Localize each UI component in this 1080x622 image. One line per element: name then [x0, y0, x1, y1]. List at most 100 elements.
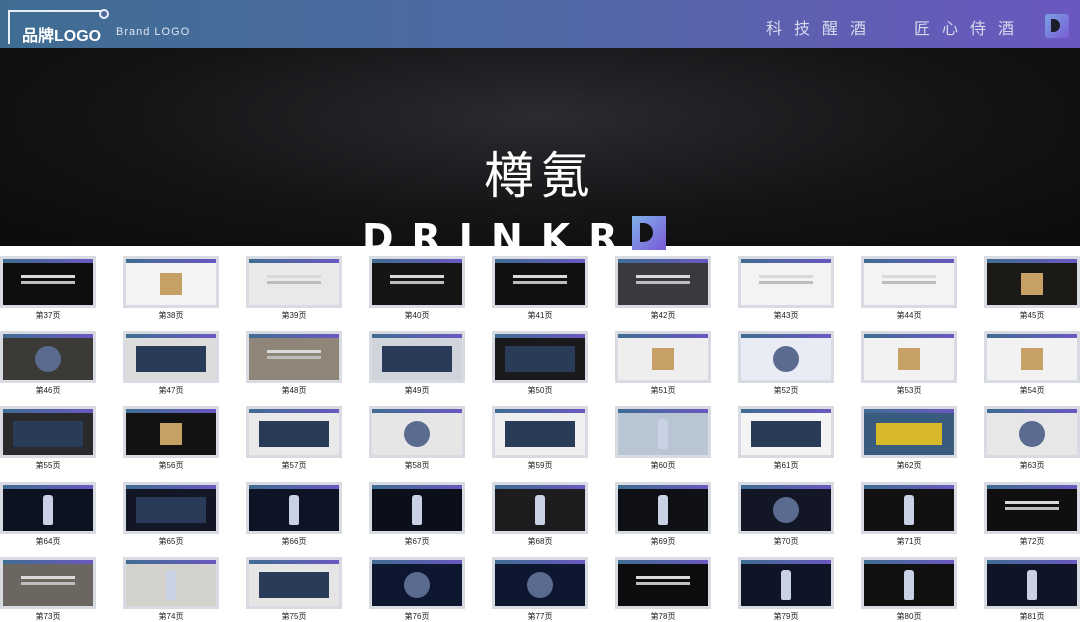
page-thumbnail[interactable]: 第79页 [741, 560, 855, 622]
thumbnail-header-strip [495, 409, 585, 413]
page-thumbnail[interactable]: 第72页 [987, 485, 1080, 547]
page-number-label: 第37页 [35, 311, 61, 320]
page-thumbnail[interactable]: 第75页 [249, 560, 363, 622]
page-thumbnail[interactable]: 第73页 [3, 560, 117, 622]
thumbnail-panel-graphic [259, 421, 329, 447]
page-thumbnail[interactable]: 第63页 [987, 409, 1080, 471]
thumbnail-header-strip [249, 485, 339, 489]
thumbnail-preview [618, 334, 708, 380]
thumbnail-panel-graphic [382, 346, 452, 372]
thumbnail-preview [126, 409, 216, 455]
page-number-label: 第67页 [404, 537, 430, 546]
page-thumbnail[interactable]: 第39页 [249, 259, 363, 321]
thumbnail-disc-graphic [527, 572, 553, 598]
thumbnail-header-strip [3, 485, 93, 489]
page-thumbnail[interactable]: 第51页 [618, 334, 732, 396]
page-thumbnail[interactable]: 第68页 [495, 485, 609, 547]
hero-banner: 樽氪 DRINKR [0, 48, 1080, 260]
page-thumbnail[interactable]: 第59页 [495, 409, 609, 471]
thumbnail-panel-graphic [136, 497, 206, 523]
thumbnail-preview [495, 560, 585, 606]
thumbnail-preview [864, 485, 954, 531]
page-thumbnail[interactable]: 第61页 [741, 409, 855, 471]
page-thumbnail[interactable]: 第69页 [618, 485, 732, 547]
thumbnail-header-strip [126, 409, 216, 413]
thumbnail-header-strip [3, 409, 93, 413]
thumbnail-preview [372, 560, 462, 606]
thumbnail-text-graphic [636, 576, 690, 579]
thumbnail-header-strip [372, 334, 462, 338]
page-thumbnail[interactable]: 第45页 [987, 259, 1080, 321]
thumbnail-preview [618, 259, 708, 305]
thumbnail-header-strip [249, 560, 339, 564]
page-thumbnail[interactable]: 第47页 [126, 334, 240, 396]
page-thumbnail[interactable]: 第52页 [741, 334, 855, 396]
page-thumbnail[interactable]: 第41页 [495, 259, 609, 321]
page-number-label: 第40页 [404, 311, 430, 320]
page-number-label: 第59页 [527, 461, 553, 470]
thumbnail-header-strip [987, 485, 1077, 489]
page-number-label: 第51页 [650, 386, 676, 395]
thumbnail-text-graphic [513, 275, 567, 278]
page-thumbnail[interactable]: 第65页 [126, 485, 240, 547]
thumbnail-preview [741, 485, 831, 531]
page-number-label: 第44页 [896, 311, 922, 320]
thumbnail-header-strip [372, 560, 462, 564]
page-thumbnail[interactable]: 第71页 [864, 485, 978, 547]
page-thumbnail[interactable]: 第53页 [864, 334, 978, 396]
page-number-label: 第60页 [650, 461, 676, 470]
page-thumbnail[interactable]: 第57页 [249, 409, 363, 471]
page-thumbnail[interactable]: 第42页 [618, 259, 732, 321]
page-number-label: 第55页 [35, 461, 61, 470]
page-thumbnail[interactable]: 第70页 [741, 485, 855, 547]
page-number-label: 第64页 [35, 537, 61, 546]
thumbnail-preview [741, 560, 831, 606]
page-thumbnail[interactable]: 第49页 [372, 334, 486, 396]
page-number-label: 第62页 [896, 461, 922, 470]
page-thumbnail[interactable]: 第40页 [372, 259, 486, 321]
page-thumbnail[interactable]: 第67页 [372, 485, 486, 547]
thumbnail-header-strip [126, 334, 216, 338]
page-thumbnail[interactable]: 第76页 [372, 560, 486, 622]
page-thumbnail[interactable]: 第80页 [864, 560, 978, 622]
page-thumbnail[interactable]: 第38页 [126, 259, 240, 321]
page-thumbnail[interactable]: 第54页 [987, 334, 1080, 396]
page-number-label: 第68页 [527, 537, 553, 546]
thumbnail-preview [249, 409, 339, 455]
thumbnail-preview [372, 334, 462, 380]
thumbnail-preview [495, 485, 585, 531]
thumbnail-header-strip [495, 560, 585, 564]
thumbnail-header-strip [372, 485, 462, 489]
page-thumbnail[interactable]: 第60页 [618, 409, 732, 471]
page-thumbnail[interactable]: 第74页 [126, 560, 240, 622]
thumbnail-header-strip [864, 409, 954, 413]
page-thumbnail[interactable]: 第44页 [864, 259, 978, 321]
page-thumbnail[interactable]: 第43页 [741, 259, 855, 321]
thumbnail-header-strip [249, 259, 339, 263]
page-thumbnail[interactable]: 第55页 [3, 409, 117, 471]
page-number-label: 第50页 [527, 386, 553, 395]
thumbnail-disc-graphic [35, 346, 61, 372]
page-thumbnail[interactable]: 第48页 [249, 334, 363, 396]
page-number-label: 第43页 [773, 311, 799, 320]
page-thumbnail[interactable]: 第37页 [3, 259, 117, 321]
page-thumbnail[interactable]: 第78页 [618, 560, 732, 622]
page-thumbnail[interactable]: 第77页 [495, 560, 609, 622]
thumbnail-preview [864, 409, 954, 455]
thumbnail-text-graphic [390, 275, 444, 278]
thumbnail-header-strip [249, 409, 339, 413]
page-thumbnail[interactable]: 第66页 [249, 485, 363, 547]
thumbnail-header-strip [864, 259, 954, 263]
thumbnail-header-strip [741, 485, 831, 489]
page-number-label: 第47页 [158, 386, 184, 395]
logo-frame-dot [99, 9, 109, 19]
page-thumbnail[interactable]: 第58页 [372, 409, 486, 471]
page-thumbnail[interactable]: 第62页 [864, 409, 978, 471]
page-thumbnail[interactable]: 第81页 [987, 560, 1080, 622]
page-number-label: 第45页 [1019, 311, 1045, 320]
page-thumbnail[interactable]: 第50页 [495, 334, 609, 396]
page-thumbnail[interactable]: 第64页 [3, 485, 117, 547]
page-thumbnail[interactable]: 第46页 [3, 334, 117, 396]
page-thumbnail[interactable]: 第56页 [126, 409, 240, 471]
thumbnail-preview [3, 409, 93, 455]
